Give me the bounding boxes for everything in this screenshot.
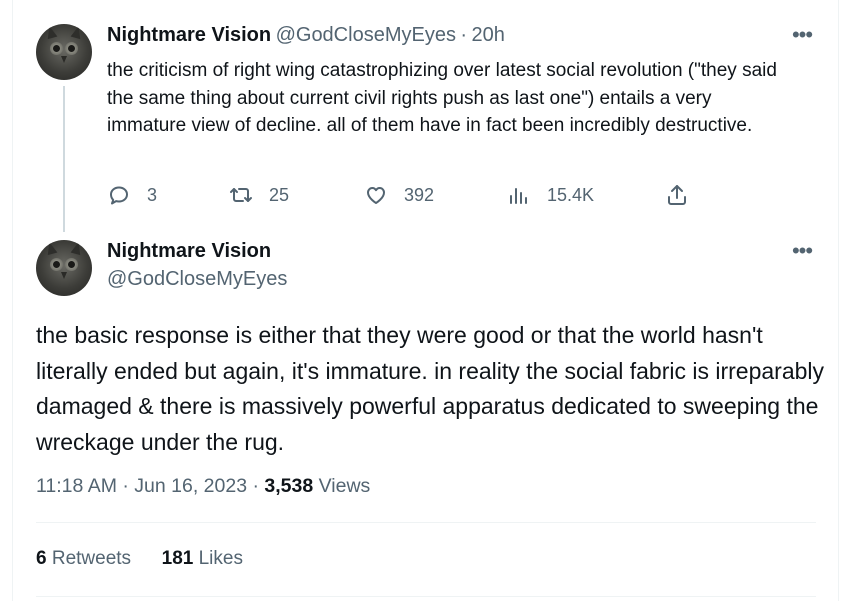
avatar[interactable] bbox=[36, 24, 92, 80]
divider bbox=[36, 596, 816, 597]
tweet-header: Nightmare Vision @GodCloseMyEyes · 20h bbox=[107, 24, 505, 47]
action-bar: 3 25 392 15.4K bbox=[107, 180, 707, 210]
share-icon bbox=[668, 185, 686, 205]
retweets-stat[interactable]: 6 Retweets bbox=[36, 548, 136, 569]
views-count: 3,538 bbox=[264, 475, 314, 497]
tweet-time[interactable]: 11:18 AM bbox=[36, 475, 117, 497]
reply-icon bbox=[110, 186, 128, 205]
like-button[interactable]: 392 bbox=[364, 180, 434, 210]
more-icon[interactable]: ••• bbox=[787, 240, 817, 266]
retweets-label: Retweets bbox=[51, 548, 132, 569]
tweet-text: the criticism of right wing catastrophiz… bbox=[107, 60, 777, 136]
heart-icon bbox=[367, 187, 385, 204]
view-count: 15.4K bbox=[547, 184, 595, 205]
likes-stat[interactable]: 181 Likes bbox=[162, 548, 243, 569]
tweet-meta: 11:18 AM · Jun 16, 2023 · 3,538 Views bbox=[36, 475, 370, 498]
separator: · bbox=[460, 24, 468, 46]
divider bbox=[36, 522, 816, 523]
avatar[interactable] bbox=[36, 240, 92, 296]
reply-button[interactable]: 3 bbox=[107, 180, 157, 210]
thread-line bbox=[63, 86, 65, 232]
retweet-icon bbox=[230, 188, 252, 202]
separator: · bbox=[252, 475, 259, 497]
likes-count: 181 bbox=[161, 548, 194, 569]
engagement-stats: 6 Retweets 181 Likes bbox=[36, 548, 243, 570]
separator: · bbox=[122, 475, 129, 497]
tweet-text: the basic response is either that they w… bbox=[36, 322, 825, 455]
like-count: 392 bbox=[404, 184, 435, 205]
display-name[interactable]: Nightmare Vision bbox=[107, 240, 271, 263]
tweet-date[interactable]: Jun 16, 2023 bbox=[134, 475, 247, 497]
user-handle[interactable]: @GodCloseMyEyes bbox=[107, 268, 287, 291]
views-label: Views bbox=[318, 475, 371, 497]
user-handle[interactable]: @GodCloseMyEyes bbox=[276, 24, 456, 46]
reply-count: 3 bbox=[147, 184, 158, 205]
likes-label: Likes bbox=[198, 548, 243, 569]
retweets-count: 6 bbox=[36, 548, 47, 569]
retweet-count: 25 bbox=[269, 184, 290, 205]
views-button[interactable]: 15.4K bbox=[507, 180, 594, 210]
timestamp[interactable]: 20h bbox=[472, 24, 505, 46]
analytics-icon bbox=[510, 188, 527, 204]
share-button[interactable] bbox=[665, 180, 705, 210]
display-name[interactable]: Nightmare Vision bbox=[107, 24, 271, 46]
more-icon[interactable]: ••• bbox=[787, 24, 817, 50]
retweet-button[interactable]: 25 bbox=[229, 180, 289, 210]
